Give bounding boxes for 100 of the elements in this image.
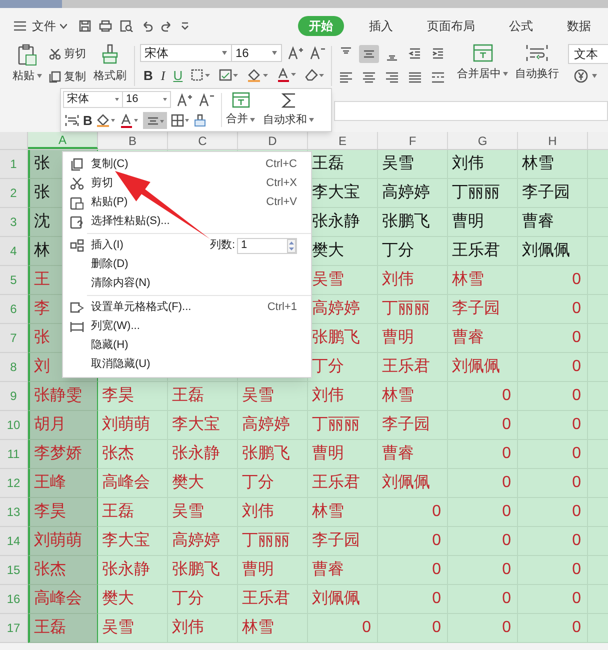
- table-cell: 0: [518, 527, 588, 556]
- font-color-icon[interactable]: [276, 68, 297, 82]
- bold-button[interactable]: B: [83, 114, 92, 127]
- menu-icon[interactable]: [14, 21, 26, 31]
- ribbon-tab[interactable]: 插入: [358, 16, 404, 36]
- shortcut-label: Ctrl+X: [266, 176, 297, 192]
- table-cell: 李梦娇: [28, 440, 98, 469]
- table-cell: 李昊: [98, 382, 168, 411]
- caret-icon[interactable]: [503, 72, 508, 76]
- wrap-text-icon[interactable]: [65, 114, 79, 127]
- table-cell: 0: [378, 614, 448, 643]
- column-count-field[interactable]: 1: [237, 238, 297, 254]
- borders-icon[interactable]: [171, 114, 190, 127]
- italic-button[interactable]: I: [160, 68, 166, 82]
- number-format-field[interactable]: 文本: [568, 44, 608, 64]
- table-cell: 曹明: [448, 208, 518, 237]
- caret-icon[interactable]: [592, 74, 597, 78]
- table-cell: [588, 614, 608, 643]
- column-header[interactable]: G: [448, 132, 518, 149]
- table-cell: 刘伟: [448, 150, 518, 179]
- table-cell: 吴雪: [378, 150, 448, 179]
- table-cell: 0: [378, 585, 448, 614]
- table-cell: 李子园: [308, 527, 378, 556]
- scissors-icon: [49, 48, 61, 60]
- table-cell: 曹明: [378, 324, 448, 353]
- autosum-button[interactable]: 自动求和: [259, 89, 318, 131]
- table-cell: 0: [378, 527, 448, 556]
- dropdown-arrow-icon[interactable]: [272, 51, 276, 55]
- merge-button[interactable]: 合并: [222, 89, 259, 131]
- table-cell: 高峰会: [98, 469, 168, 498]
- align-middle-icon: [146, 114, 164, 126]
- column-header[interactable]: H: [518, 132, 588, 149]
- increase-font-icon[interactable]: [177, 92, 193, 106]
- format-painter-button[interactable]: 格式刷: [91, 44, 129, 84]
- table-cell: 张静雯: [28, 382, 98, 411]
- fill-color-icon[interactable]: [96, 114, 116, 127]
- table-cell: 张杰: [28, 556, 98, 585]
- print-icon[interactable]: [99, 20, 112, 32]
- column-header[interactable]: F: [378, 132, 448, 149]
- table-cell: 0: [448, 527, 518, 556]
- print-preview-icon[interactable]: [120, 20, 133, 32]
- increase-font-icon[interactable]: [288, 46, 304, 60]
- table-cell: 丁分: [378, 237, 448, 266]
- scissors-icon: [70, 176, 84, 190]
- redo-icon[interactable]: [161, 20, 173, 32]
- caret-icon[interactable]: [36, 74, 42, 78]
- table-cell: 王乐君: [378, 353, 448, 382]
- save-icon[interactable]: [79, 20, 91, 32]
- ribbon-tab[interactable]: 数据: [556, 16, 602, 36]
- align-middle-button[interactable]: [143, 112, 168, 129]
- more-icon[interactable]: [181, 22, 189, 30]
- caret-icon[interactable]: [309, 118, 314, 122]
- table-cell: 丁分: [168, 585, 238, 614]
- table-cell: 林雪: [518, 150, 588, 179]
- caret-icon[interactable]: [250, 118, 255, 122]
- dropdown-arrow-icon[interactable]: [115, 98, 119, 101]
- dropdown-arrow-icon[interactable]: [163, 98, 167, 101]
- ribbon-tab[interactable]: 页面布局: [416, 16, 486, 36]
- table-cell: 王乐君: [308, 469, 378, 498]
- eraser-icon[interactable]: [304, 69, 325, 81]
- file-menu[interactable]: 文件: [32, 17, 67, 35]
- dropdown-arrow-icon[interactable]: [222, 51, 226, 55]
- cell-style-icon[interactable]: [218, 69, 239, 81]
- font-name-field[interactable]: 宋体: [63, 91, 123, 108]
- sigma-icon: [280, 92, 296, 109]
- spinner-arrows-icon[interactable]: [287, 238, 296, 252]
- ribbon-tab[interactable]: 公式: [498, 16, 544, 36]
- font-color-icon[interactable]: [120, 114, 140, 128]
- table-cell: 0: [518, 556, 588, 585]
- table-cell: 吴雪: [98, 614, 168, 643]
- currency-icon[interactable]: [574, 69, 588, 83]
- undo-icon[interactable]: [141, 20, 153, 32]
- paste-label: 粘贴: [12, 69, 34, 84]
- table-cell: 林雪: [448, 266, 518, 295]
- cut-button[interactable]: 剪切: [49, 46, 86, 62]
- table-cell: 刘萌萌: [98, 411, 168, 440]
- table-cell: 0: [448, 469, 518, 498]
- merge-cells-icon: [472, 44, 492, 62]
- font-size-field[interactable]: 16: [123, 91, 171, 108]
- table-cell: 0: [308, 614, 378, 643]
- paintbrush-icon[interactable]: [194, 114, 206, 127]
- table-cell: 李子园: [518, 179, 588, 208]
- table-cell: 张鹏飞: [168, 556, 238, 585]
- table-cell: 0: [518, 498, 588, 527]
- borders-icon[interactable]: [190, 69, 211, 81]
- font-size-field[interactable]: 16: [232, 44, 282, 62]
- font-name-field[interactable]: 宋体: [140, 44, 232, 62]
- paste-button[interactable]: 粘贴: [10, 44, 44, 84]
- merge-center-button[interactable]: 合并居中: [457, 44, 508, 82]
- align-middle-button[interactable]: [359, 45, 379, 63]
- copy-icon: [49, 70, 61, 83]
- wrap-text-button[interactable]: 自动换行: [515, 44, 559, 82]
- bold-button[interactable]: B: [144, 68, 153, 82]
- fill-color-icon[interactable]: [246, 68, 269, 82]
- copy-button[interactable]: 复制: [49, 68, 86, 85]
- decrease-font-icon[interactable]: [199, 92, 215, 106]
- table-cell: 曹睿: [308, 556, 378, 585]
- table-cell: 林雪: [378, 382, 448, 411]
- chevron-down-icon[interactable]: [60, 24, 67, 28]
- decrease-font-icon[interactable]: [310, 46, 326, 60]
